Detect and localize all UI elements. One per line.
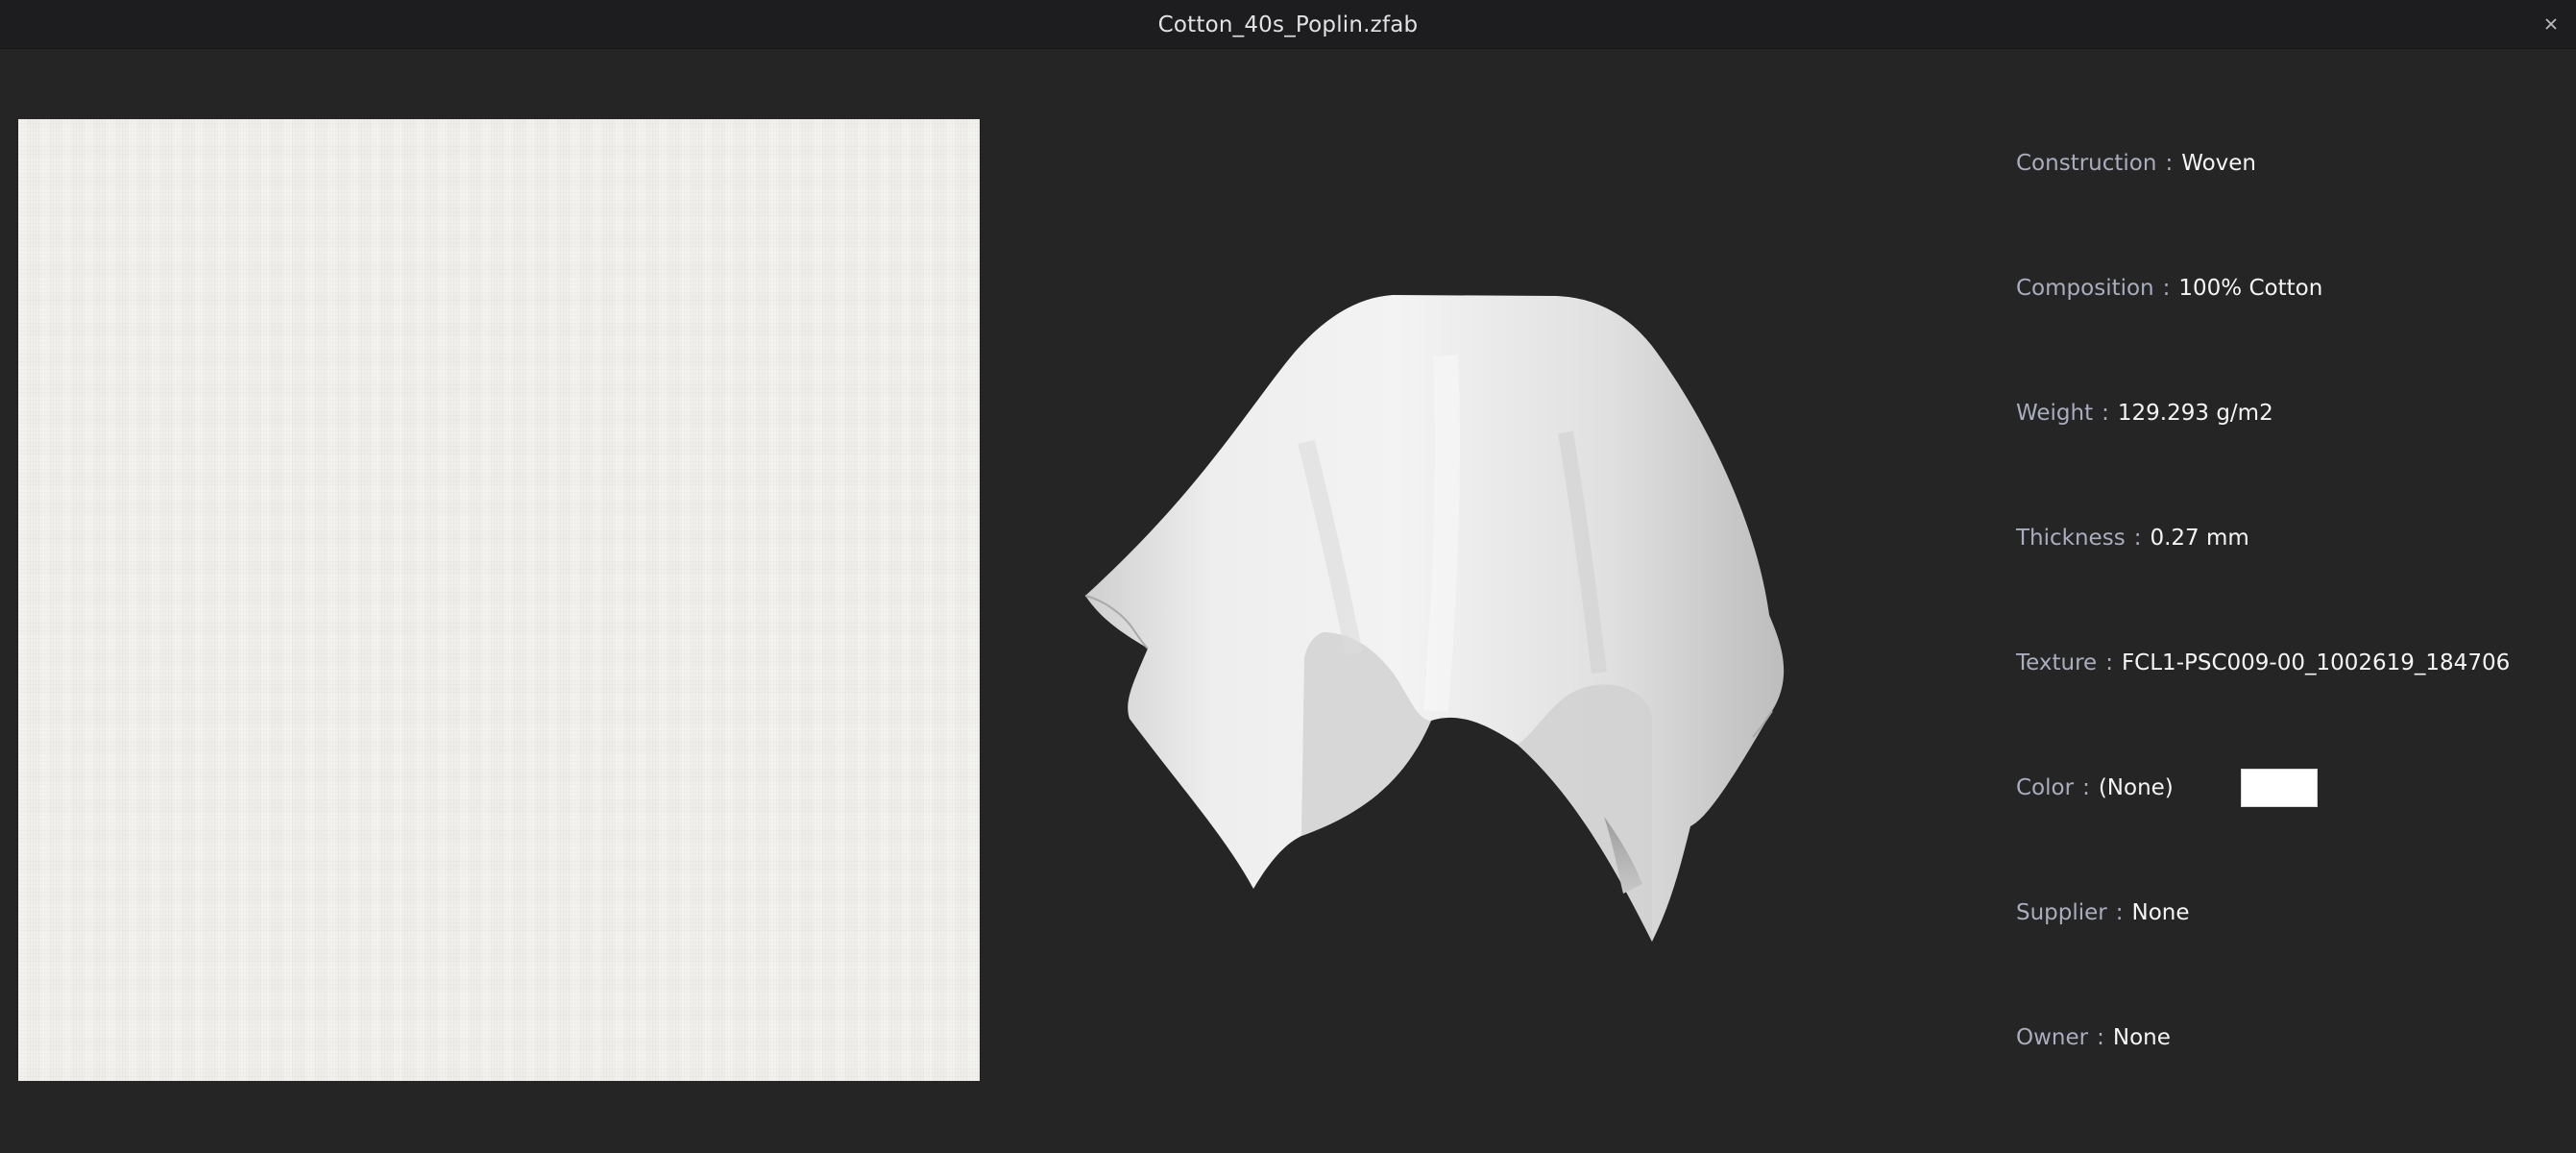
property-value: (None) [2098,775,2174,800]
property-label: Color [2016,775,2075,800]
property-composition: Composition:100% Cotton [2016,269,2322,307]
title-bar: Cotton_40s_Poplin.zfab [0,0,2576,49]
property-label: Thickness [2016,526,2126,551]
property-value: 100% Cotton [2178,276,2323,301]
property-value: Woven [2181,151,2257,176]
property-owner: Owner: None [2016,1018,2171,1057]
property-separator: : [2082,775,2090,800]
property-separator: : [2097,1025,2104,1050]
property-label: Construction [2016,151,2157,176]
property-separator: : [2165,151,2174,176]
property-separator: : [2105,650,2113,675]
property-texture: Texture: FCL1-PSC009-00_1002619_184706 [2016,644,2510,682]
property-value: FCL1-PSC009-00_1002619_184706 [2121,650,2511,675]
property-value: None [2131,900,2190,925]
property-separator: : [2102,401,2109,426]
property-thickness: Thickness:0.27 mm [2016,519,2249,557]
property-label: Weight [2016,401,2094,426]
property-separator: : [2162,276,2171,301]
fabric-texture-image [18,119,980,1081]
property-separator: : [2115,900,2124,925]
property-label: Supplier [2016,900,2107,925]
property-label: Texture [2016,650,2098,675]
property-value: None [2112,1025,2171,1050]
property-weight: Weight:129.293 g/m2 [2016,394,2273,432]
property-label: Owner [2016,1025,2089,1050]
property-construction: Construction: Woven [2016,144,2256,183]
property-supplier: Supplier: None [2016,894,2190,932]
close-button[interactable] [2538,11,2564,37]
window-title: Cotton_40s_Poplin.zfab [1157,12,1419,37]
fabric-drape-3d-preview[interactable] [1066,269,1796,942]
color-swatch[interactable] [2241,769,2318,807]
property-value: 0.27 mm [2150,526,2249,551]
property-separator: : [2133,526,2142,551]
property-color: Color: (None) [2016,769,2564,807]
close-icon [2545,18,2557,30]
property-label: Composition [2016,276,2154,301]
property-value: 129.293 g/m2 [2117,401,2273,426]
